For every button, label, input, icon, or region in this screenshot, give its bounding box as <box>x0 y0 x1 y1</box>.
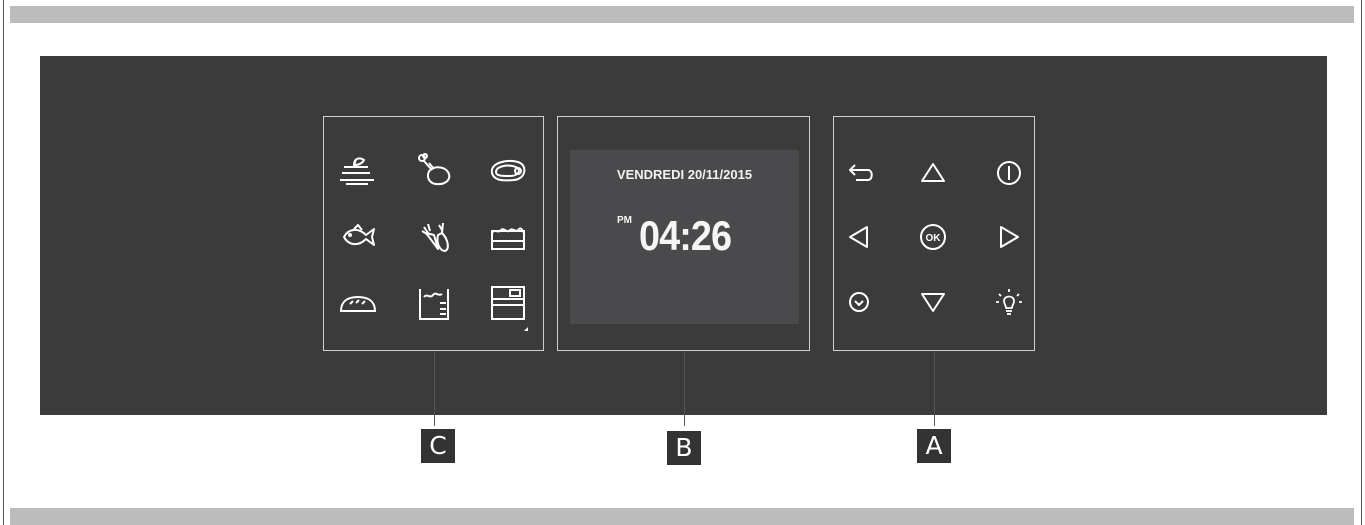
light-bulb-icon[interactable] <box>992 285 1026 319</box>
meat-steak-icon[interactable] <box>486 149 530 189</box>
ok-label: OK <box>926 233 942 244</box>
callout-label-a: A <box>917 429 951 463</box>
up-arrow-icon[interactable] <box>916 156 950 190</box>
plated-meal-icon[interactable] <box>336 149 380 189</box>
function-selection-panel <box>323 116 544 351</box>
bread-icon[interactable] <box>336 283 380 323</box>
callout-a-leader <box>934 351 935 426</box>
callout-c-leader <box>434 351 435 426</box>
fish-icon[interactable] <box>336 215 380 255</box>
frame-left-border <box>3 0 4 525</box>
top-bar <box>10 6 1354 23</box>
display-screen: VENDREDI 20/11/2015 PM 04:26 <box>570 150 799 324</box>
ok-button[interactable]: OK <box>916 220 950 254</box>
navigation-panel: OK <box>833 116 1035 351</box>
am-pm-indicator: PM <box>617 215 632 226</box>
power-icon[interactable] <box>992 156 1026 190</box>
callout-b-leader <box>684 351 685 426</box>
cake-icon[interactable] <box>486 215 530 255</box>
frame-right-border <box>1361 0 1362 525</box>
callout-label-c: C <box>421 429 455 463</box>
dough-proving-icon[interactable] <box>412 283 456 323</box>
poultry-icon[interactable] <box>412 149 456 189</box>
bottom-bar <box>10 508 1354 525</box>
display-panel: VENDREDI 20/11/2015 PM 04:26 <box>557 116 810 351</box>
callout-label-b: B <box>667 431 701 465</box>
back-arrow-icon[interactable] <box>842 156 876 190</box>
time-readout: 04:26 <box>639 212 732 259</box>
left-arrow-icon[interactable] <box>842 220 876 254</box>
down-arrow-icon[interactable] <box>916 285 950 319</box>
clock-icon[interactable] <box>842 285 876 319</box>
date-readout: VENDREDI 20/11/2015 <box>616 167 753 182</box>
vegetables-icon[interactable] <box>412 215 456 255</box>
oven-icon[interactable] <box>486 283 530 331</box>
right-arrow-icon[interactable] <box>992 220 1026 254</box>
